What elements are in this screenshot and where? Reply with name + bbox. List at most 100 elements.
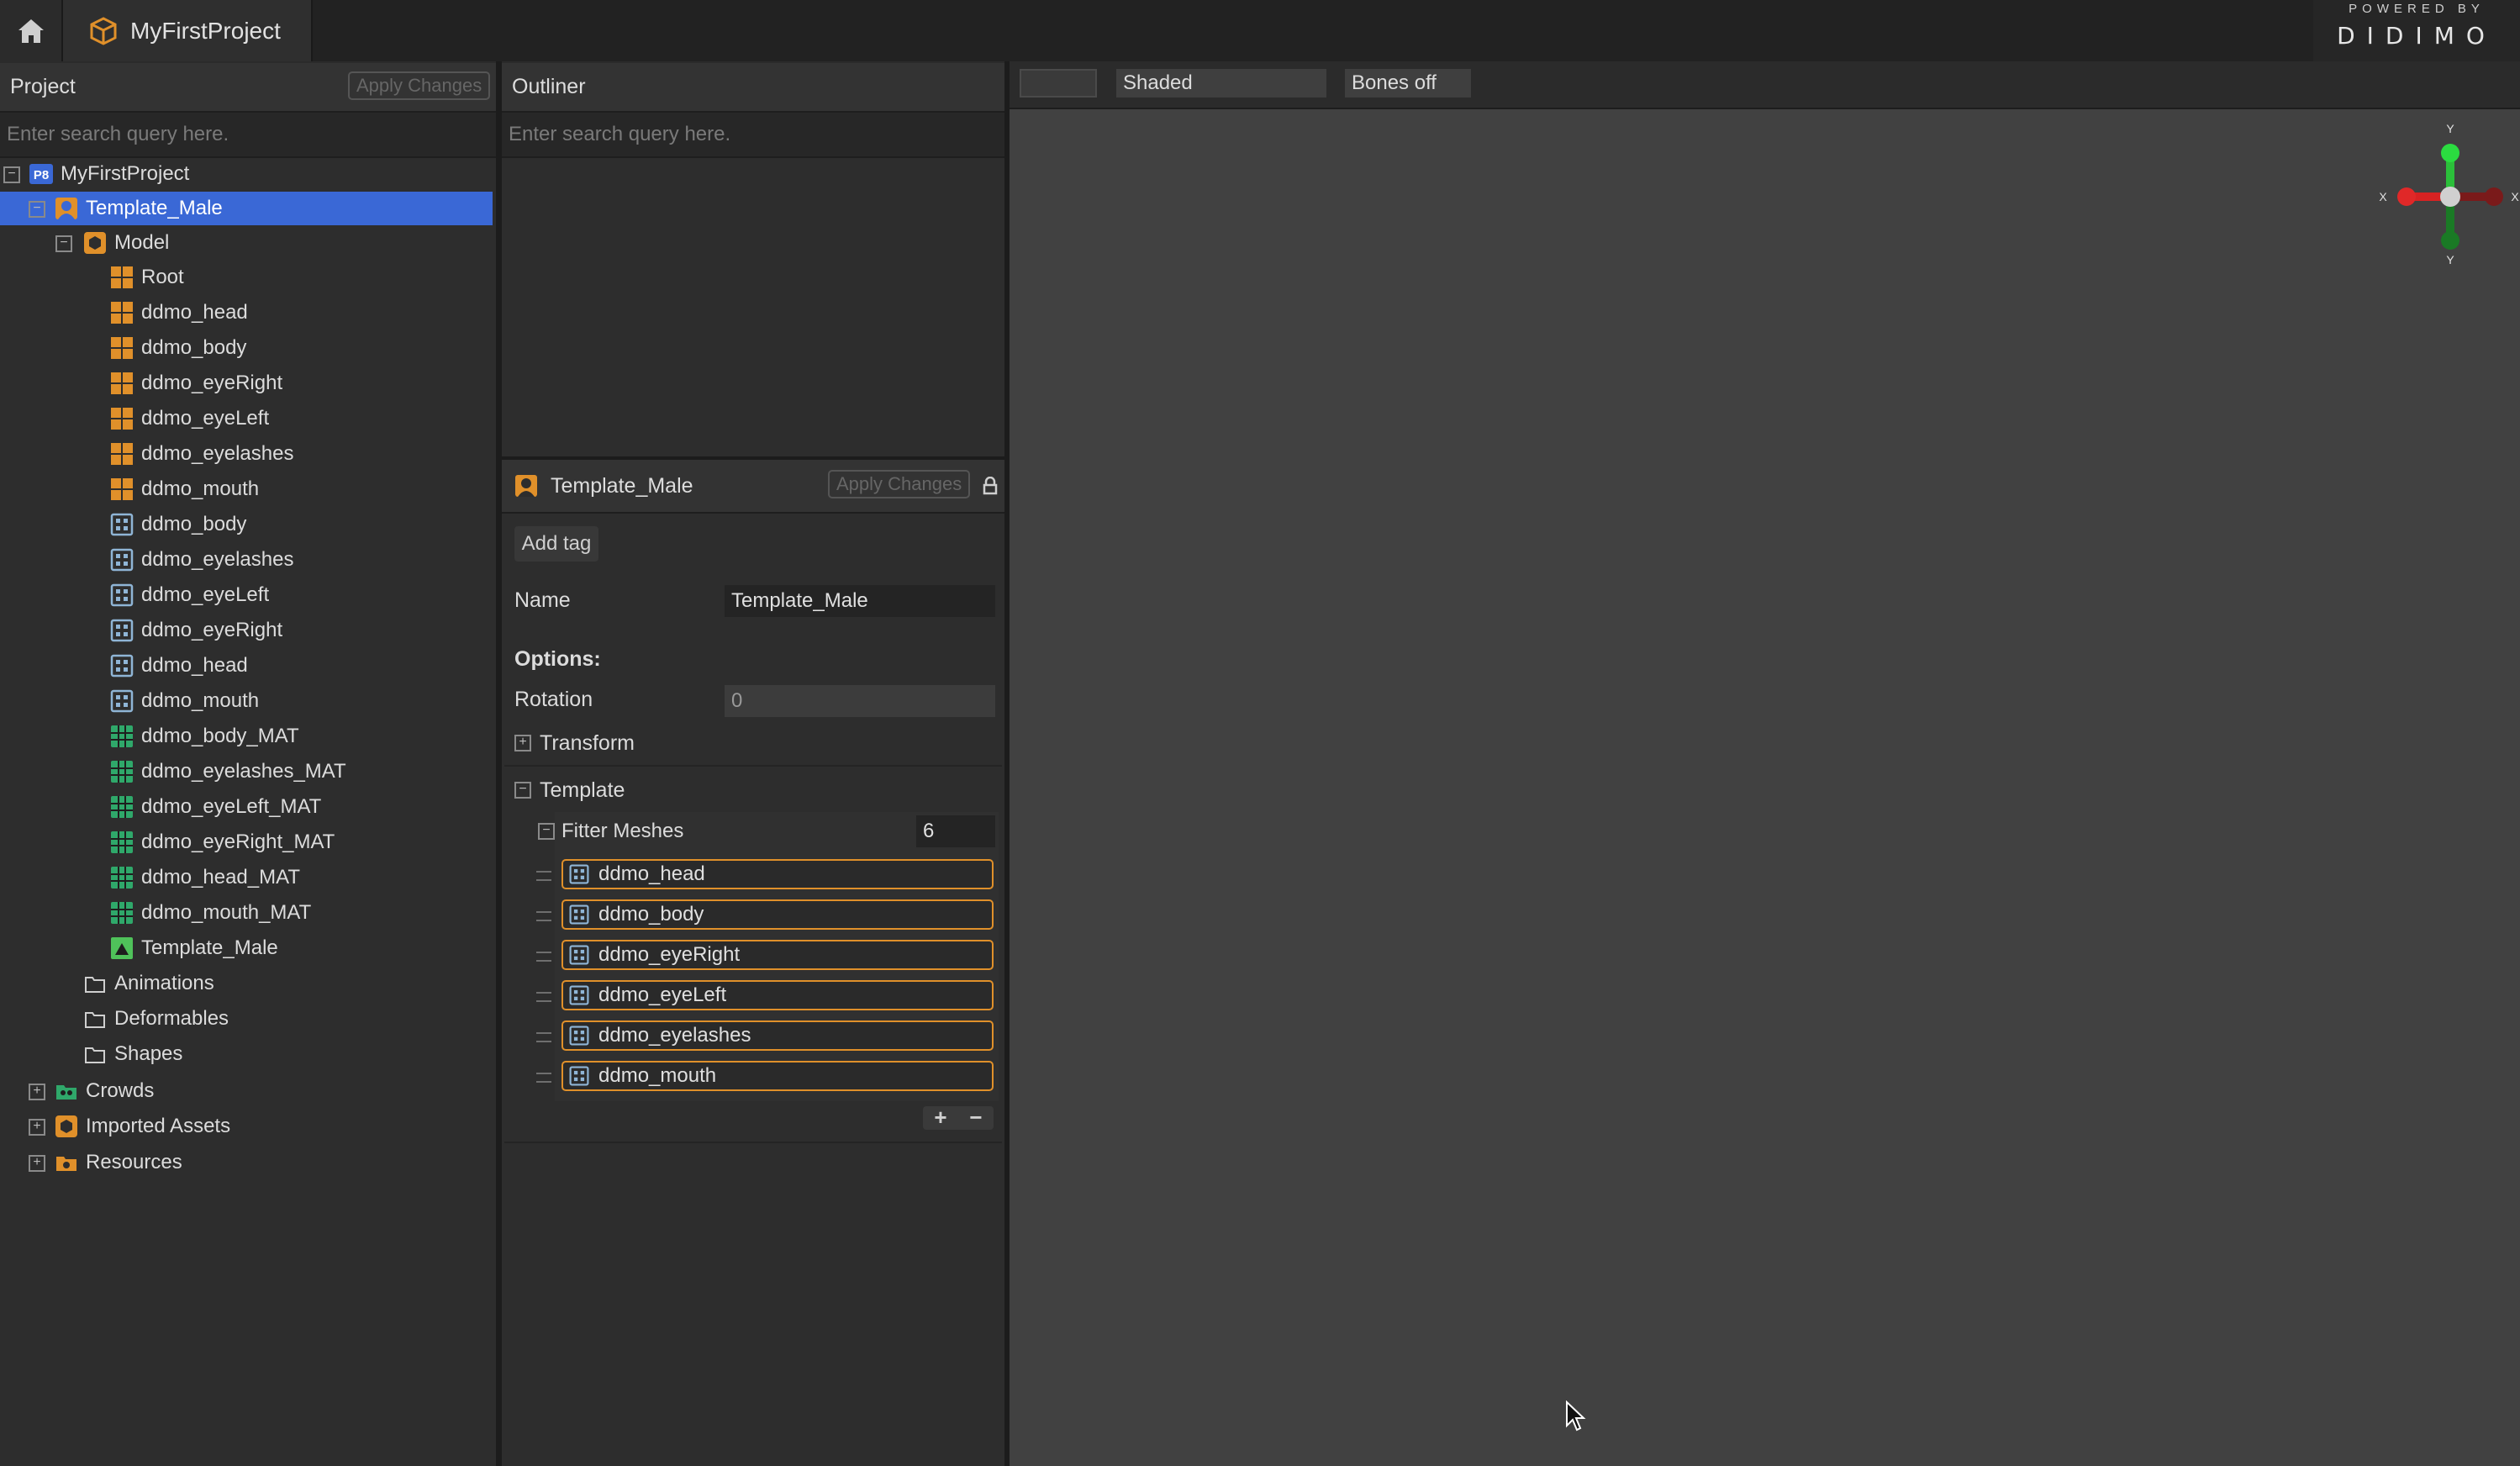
tree-item[interactable]: ddmo_body — [0, 331, 493, 365]
collapse-icon[interactable]: − — [55, 235, 72, 252]
tree-item-label: Model — [114, 231, 170, 254]
camera-dropdown[interactable] — [1020, 69, 1097, 98]
tree-item-label: ddmo_head — [141, 301, 248, 324]
tree-item[interactable]: Shapes — [0, 1037, 493, 1071]
template-section[interactable]: − Template — [504, 768, 1002, 812]
drag-handle-icon[interactable] — [536, 952, 551, 962]
tree-item-icon — [109, 512, 134, 537]
tree-item[interactable]: ddmo_head — [0, 649, 493, 683]
fitter-meshes-count[interactable]: 6 — [916, 815, 995, 847]
tree-item[interactable]: Template_Male — [0, 931, 493, 965]
project-tab-label: MyFirstProject — [130, 17, 281, 44]
mesh-icon — [110, 689, 134, 713]
expand-icon[interactable]: + — [29, 1119, 45, 1136]
tree-item[interactable]: ddmo_head — [0, 296, 493, 330]
fitter-mesh-label: ddmo_eyelashes — [598, 1024, 751, 1047]
project-search-input[interactable] — [0, 122, 480, 147]
tree-item-icon — [109, 441, 134, 467]
tree-item[interactable]: ddmo_mouth — [0, 472, 493, 506]
3d-viewport[interactable] — [1010, 109, 2520, 1466]
tree-item-icon — [109, 547, 134, 572]
collapse-icon[interactable]: − — [29, 201, 45, 218]
fitter-mesh-item[interactable]: ddmo_eyelashes — [561, 1020, 994, 1051]
tree-item-label: ddmo_eyeRight — [141, 372, 283, 394]
tree-item[interactable]: Animations — [0, 967, 493, 1000]
outliner-search-input[interactable] — [502, 122, 988, 147]
project-search-bar — [0, 113, 496, 158]
fitter-mesh-item[interactable]: ddmo_eyeRight — [561, 940, 994, 970]
tree-item[interactable]: − P8 MyFirstProject — [0, 157, 493, 191]
remove-mesh-button[interactable]: − — [958, 1106, 994, 1130]
add-tag-button[interactable]: Add tag — [514, 526, 598, 562]
fitter-mesh-item[interactable]: ddmo_body — [561, 899, 994, 930]
template-label: Template — [540, 778, 625, 802]
expand-icon[interactable]: + — [29, 1084, 45, 1100]
tree-item[interactable]: ddmo_eyelashes — [0, 437, 493, 471]
collapse-icon[interactable]: − — [538, 823, 555, 840]
tree-item-icon — [54, 1078, 79, 1104]
tree-item-icon — [109, 265, 134, 290]
y-axis-handle[interactable] — [2441, 144, 2459, 162]
tree-item[interactable]: ddmo_body — [0, 508, 493, 541]
tree-item-label: ddmo_body — [141, 513, 247, 535]
collapse-icon[interactable]: − — [514, 782, 531, 799]
tree-item[interactable]: − Template_Male — [0, 192, 493, 225]
tree-item[interactable]: ddmo_eyeRight_MAT — [0, 825, 493, 859]
drag-handle-icon[interactable] — [536, 911, 551, 921]
tree-item[interactable]: ddmo_eyeLeft — [0, 578, 493, 612]
properties-apply-changes-button[interactable]: Apply Changes — [828, 470, 971, 498]
project-badge-icon: P8 — [29, 164, 53, 184]
drag-handle-icon[interactable] — [536, 992, 551, 1002]
gizmo-center[interactable] — [2440, 187, 2460, 207]
axis-gizmo[interactable]: Y Y X X — [2370, 118, 2520, 269]
tree-item-icon — [109, 371, 134, 396]
fitter-mesh-item[interactable]: ddmo_eyeLeft — [561, 980, 994, 1010]
shading-dropdown[interactable]: Shaded — [1116, 69, 1326, 98]
tree-item[interactable]: ddmo_body_MAT — [0, 720, 493, 753]
project-tab[interactable]: MyFirstProject — [63, 0, 313, 61]
tree-item[interactable]: ddmo_eyelashes — [0, 543, 493, 577]
fitter-mesh-label: ddmo_eyeRight — [598, 943, 741, 966]
home-button[interactable] — [0, 0, 63, 61]
tree-item[interactable]: Deformables — [0, 1002, 493, 1036]
home-icon — [18, 18, 44, 43]
tree-item[interactable]: ddmo_eyeRight — [0, 614, 493, 647]
y-label-top: Y — [2446, 122, 2454, 135]
add-mesh-button[interactable]: + — [923, 1106, 958, 1130]
bones-dropdown[interactable]: Bones off — [1345, 69, 1471, 98]
viewport-toolbar: Shaded Bones off — [1010, 61, 2520, 110]
tree-item[interactable]: Root — [0, 261, 493, 294]
tree-item[interactable]: ddmo_eyeLeft — [0, 402, 493, 435]
name-field[interactable]: Template_Male — [725, 585, 995, 617]
drag-handle-icon[interactable] — [536, 871, 551, 881]
fitter-mesh-item[interactable]: ddmo_head — [561, 859, 994, 889]
tree-item[interactable]: ddmo_eyeLeft_MAT — [0, 790, 493, 824]
fitter-mesh-item[interactable]: ddmo_mouth — [561, 1061, 994, 1091]
x-axis-negative-handle[interactable] — [2485, 187, 2503, 206]
rotation-field[interactable]: 0 — [725, 685, 995, 717]
tree-item[interactable]: ddmo_mouth_MAT — [0, 896, 493, 930]
tree-item[interactable]: ddmo_mouth — [0, 684, 493, 718]
tree-item[interactable]: − Model — [0, 226, 493, 260]
tree-item-icon — [109, 300, 134, 325]
tree-item[interactable]: + Imported Assets — [0, 1110, 493, 1143]
y-axis-negative-handle[interactable] — [2441, 231, 2459, 250]
transform-section[interactable]: + Transform — [504, 721, 1002, 767]
tree-item[interactable]: ddmo_eyeRight — [0, 366, 493, 400]
x-axis-handle[interactable] — [2397, 187, 2416, 206]
mesh-icon — [569, 864, 589, 884]
tree-item-icon — [82, 971, 108, 996]
drag-handle-icon[interactable] — [536, 1073, 551, 1083]
expand-icon[interactable]: + — [29, 1155, 45, 1172]
tree-item[interactable]: ddmo_eyelashes_MAT — [0, 755, 493, 788]
tree-item-label: Template_Male — [86, 197, 223, 219]
tree-item[interactable]: ddmo_head_MAT — [0, 861, 493, 894]
lock-icon[interactable] — [983, 477, 998, 495]
tree-item[interactable]: + Crowds — [0, 1074, 493, 1108]
project-apply-changes-button[interactable]: Apply Changes — [348, 71, 491, 100]
panel-splitter[interactable] — [496, 61, 502, 1466]
tree-item[interactable]: + Resources — [0, 1146, 493, 1179]
expand-icon[interactable]: + — [514, 735, 531, 751]
drag-handle-icon[interactable] — [536, 1032, 551, 1042]
collapse-icon[interactable]: − — [3, 166, 20, 183]
